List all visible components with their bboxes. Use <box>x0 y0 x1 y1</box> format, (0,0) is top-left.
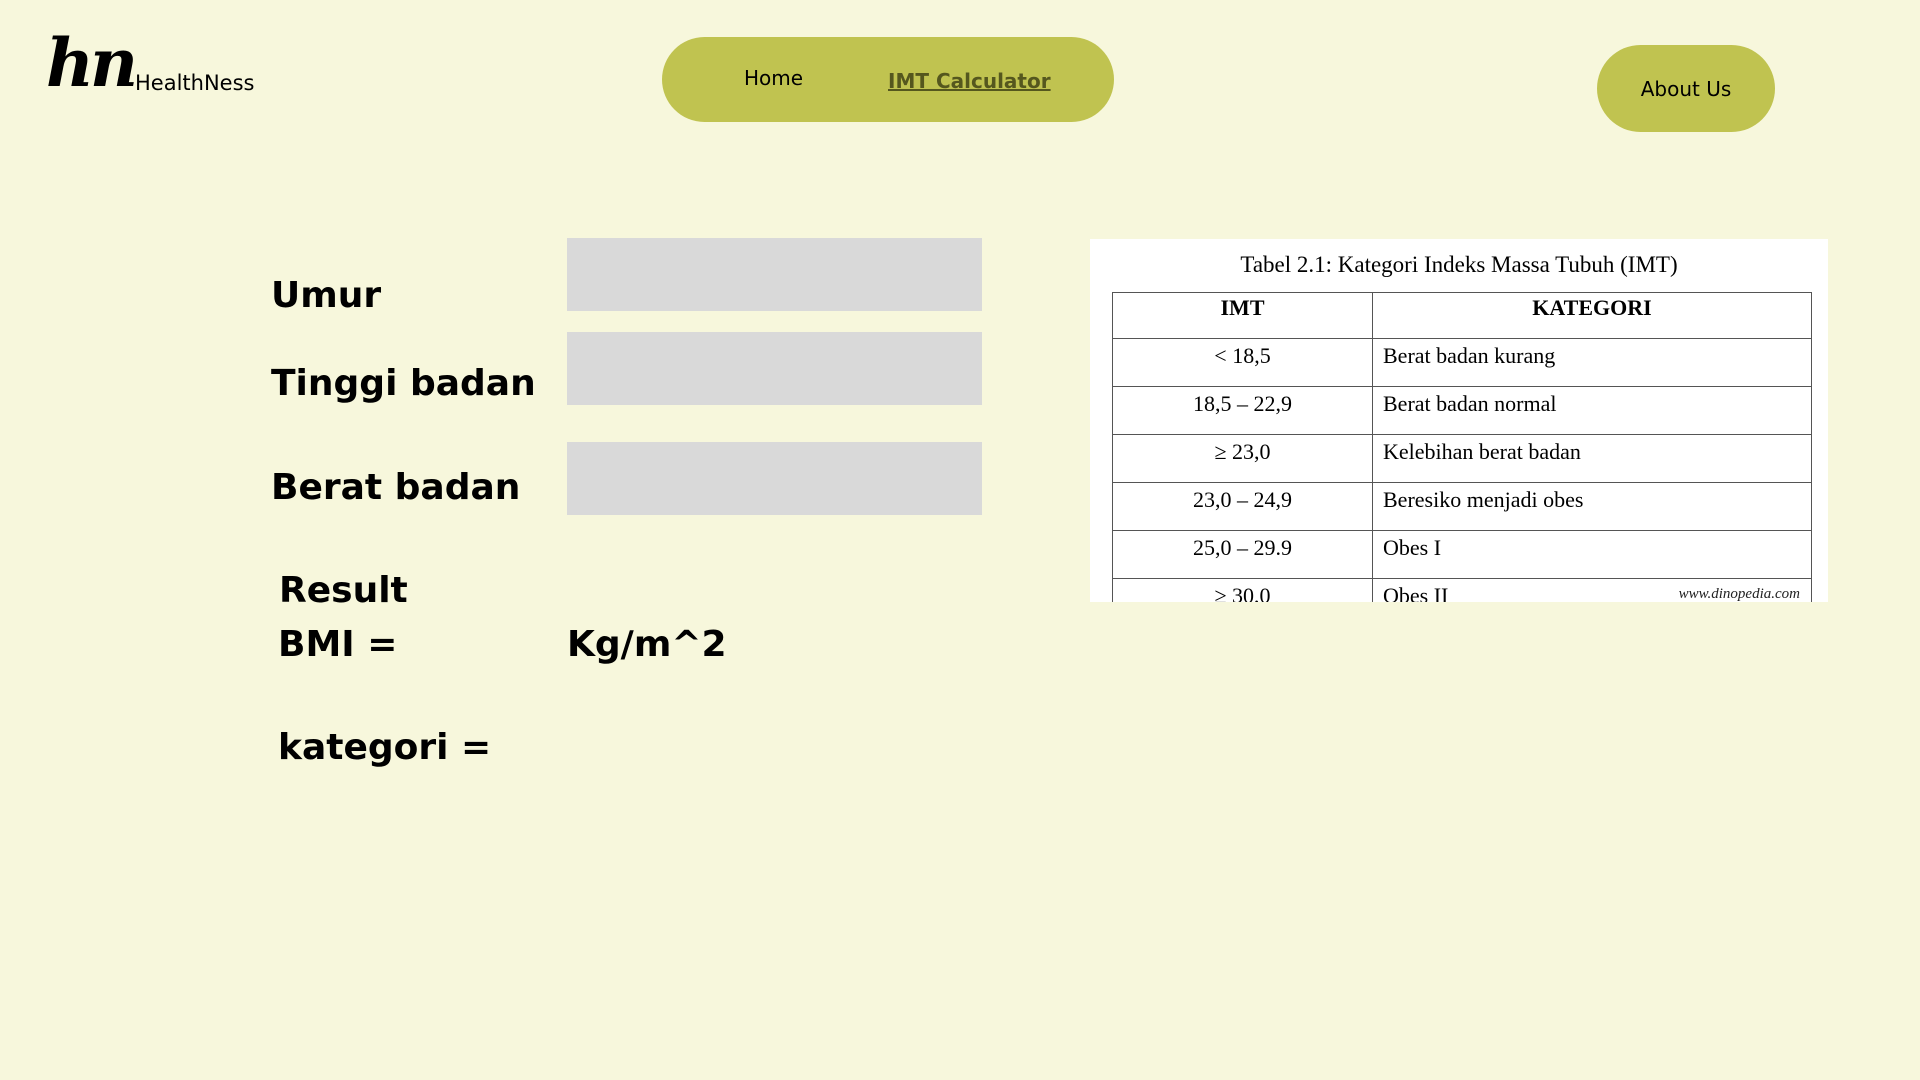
brand-name: HealthNess <box>135 71 255 95</box>
table-header-kategori: KATEGORI <box>1372 292 1812 339</box>
nav-link-imt-calculator[interactable]: IMT Calculator <box>888 71 1051 91</box>
table-row: 18,5 – 22,9 Berat badan normal <box>1112 386 1812 435</box>
table-cell-kategori: Berat badan kurang <box>1372 338 1812 387</box>
table-caption: Tabel 2.1: Kategori Indeks Massa Tubuh (… <box>1240 252 1678 277</box>
table-cell-kategori: Obes I <box>1372 530 1812 579</box>
table-cell-imt: 18,5 – 22,9 <box>1112 386 1373 435</box>
nav-link-home[interactable]: Home <box>744 68 803 88</box>
height-label: Tinggi badan <box>271 363 536 404</box>
age-input[interactable] <box>567 238 982 311</box>
about-us-button[interactable]: About Us <box>1597 45 1775 132</box>
table-cell-imt: ≥ 30,0 <box>1112 578 1373 602</box>
age-label: Umur <box>271 275 382 316</box>
table-header-imt: IMT <box>1112 292 1373 339</box>
weight-label: Berat badan <box>271 467 521 508</box>
weight-input[interactable] <box>567 442 982 515</box>
table-cell-imt: 25,0 – 29.9 <box>1112 530 1373 579</box>
height-input[interactable] <box>567 332 982 405</box>
table-cell-imt: < 18,5 <box>1112 338 1373 387</box>
imt-category-table-image: Tabel 2.1: Kategori Indeks Massa Tubuh (… <box>1090 239 1828 602</box>
table-cell-imt: 23,0 – 24,9 <box>1112 482 1373 531</box>
bmi-label: BMI = <box>278 624 398 665</box>
table-watermark: www.dinopedia.com <box>1678 586 1800 602</box>
logo-mark: hn <box>46 24 138 102</box>
table-row: ≥ 23,0 Kelebihan berat badan <box>1112 434 1812 483</box>
imt-category-table: IMT KATEGORI < 18,5 Berat badan kurang 1… <box>1112 292 1812 602</box>
table-cell-imt: ≥ 23,0 <box>1112 434 1373 483</box>
table-cell-kategori: Berat badan normal <box>1372 386 1812 435</box>
main-nav: Home IMT Calculator <box>662 37 1114 122</box>
table-row: < 18,5 Berat badan kurang <box>1112 338 1812 387</box>
table-cell-kategori: Kelebihan berat badan <box>1372 434 1812 483</box>
table-row: 25,0 – 29.9 Obes I <box>1112 530 1812 579</box>
bmi-unit: Kg/m^2 <box>567 624 727 665</box>
table-cell-kategori: Beresiko menjadi obes <box>1372 482 1812 531</box>
table-row: 23,0 – 24,9 Beresiko menjadi obes <box>1112 482 1812 531</box>
table-header-row: IMT KATEGORI <box>1112 292 1812 339</box>
category-label: kategori = <box>278 727 492 768</box>
result-heading: Result <box>279 570 408 611</box>
